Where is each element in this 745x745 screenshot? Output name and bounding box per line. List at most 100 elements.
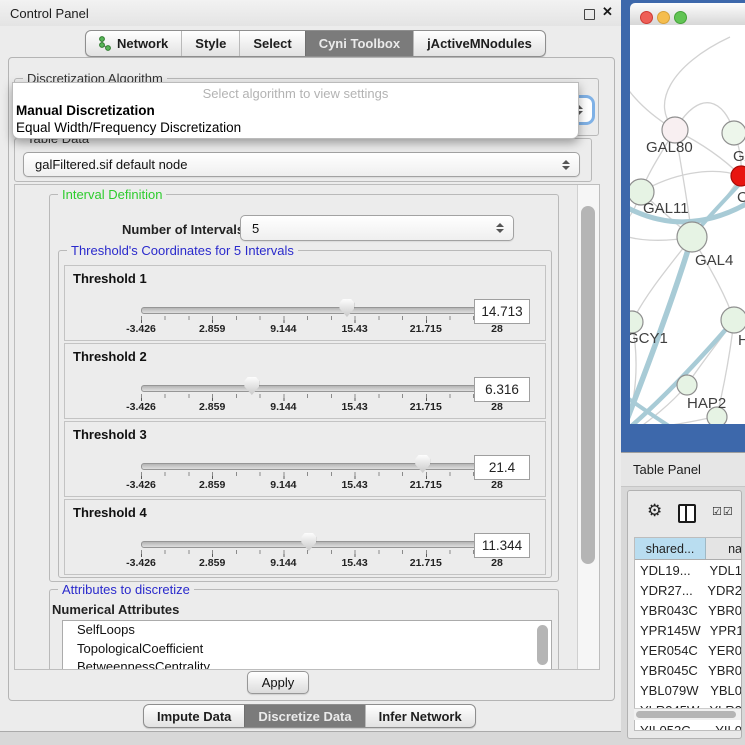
gear-icon[interactable]: ⚙: [647, 501, 662, 521]
node-hap2[interactable]: [677, 375, 697, 395]
float-window-icon[interactable]: [584, 9, 595, 20]
cell[interactable]: YDR27...: [635, 580, 698, 600]
node-gal4[interactable]: [677, 222, 707, 252]
cell[interactable]: YBR043C: [635, 600, 699, 620]
cell[interactable]: YBR0: [699, 600, 742, 620]
threshold-2-scale: -3.426 2.859 9.144 15.43 21.715 28: [141, 401, 497, 413]
cell[interactable]: YPR145W: [635, 620, 701, 640]
threshold-3-ticks: [141, 472, 498, 479]
threshold-3-slider-thumb[interactable]: [415, 455, 430, 473]
close-icon[interactable]: ✕: [602, 4, 613, 20]
threshold-1-value-field[interactable]: 14.713: [474, 299, 530, 324]
numerical-attributes-label: Numerical Attributes: [52, 602, 179, 617]
node-label: H: [738, 332, 745, 349]
tab-infer-network-label: Infer Network: [379, 709, 462, 724]
threshold-4-slider-thumb[interactable]: [301, 533, 316, 551]
node-label: GAL11: [643, 200, 689, 217]
cell[interactable]: YIL0: [706, 720, 742, 731]
threshold-2-slider[interactable]: [141, 385, 499, 392]
scale-label: 15.43: [341, 479, 367, 491]
tab-discretize-data[interactable]: Discretize Data: [244, 705, 364, 727]
threshold-3-slider[interactable]: [141, 463, 499, 470]
table-data-combobox[interactable]: galFiltered.sif default node: [23, 152, 580, 177]
scale-label: -3.426: [126, 401, 156, 413]
threshold-4-slider[interactable]: [141, 541, 499, 548]
table-row[interactable]: YDR27...YDR2: [635, 580, 742, 600]
select-columns-icon[interactable]: ☑☑: [712, 505, 734, 518]
scale-label: 15.43: [341, 557, 367, 569]
scale-label: 9.144: [270, 479, 296, 491]
tab-style[interactable]: Style: [181, 31, 239, 56]
table-row[interactable]: YER054CYER0: [635, 640, 742, 660]
scale-label: 21.715: [410, 479, 442, 491]
threshold-3-label: Threshold 3: [73, 427, 147, 442]
attributes-group: Attributes to discretize Numerical Attri…: [49, 589, 559, 670]
cell[interactable]: YIL052C: [635, 720, 706, 731]
threshold-4-value-field[interactable]: 11.344: [474, 533, 530, 558]
table-row[interactable]: YDL19...YDL1: [635, 560, 742, 580]
table-row[interactable]: YBL079WYBL0: [635, 680, 742, 700]
list-scrollbar[interactable]: [537, 625, 548, 665]
scrollbar-track[interactable]: [577, 185, 599, 669]
close-traffic-light-icon[interactable]: [640, 11, 653, 24]
cell[interactable]: YPR1: [701, 620, 742, 640]
scale-label: 28: [491, 479, 503, 491]
table-row[interactable]: YPR145WYPR1: [635, 620, 742, 640]
cell[interactable]: YDL1: [700, 560, 742, 580]
column-header-shared-name[interactable]: shared...: [635, 538, 706, 559]
threshold-2-slider-thumb[interactable]: [244, 377, 259, 395]
numerical-attributes-list[interactable]: SelfLoops TopologicalCoefficient Between…: [62, 620, 552, 670]
node-table[interactable]: shared... na YDL19...YDL1 YDR27...YDR2 Y…: [634, 537, 742, 731]
scale-label: 2.859: [199, 323, 225, 335]
settings-scrollpane: Interval Definition Number of Intervals …: [14, 184, 600, 670]
tab-select[interactable]: Select: [239, 31, 304, 56]
cell[interactable]: YBR045C: [635, 660, 699, 680]
network-canvas[interactable]: GAL80 GA C GAL11 GAL4 GCY1 H HAP2: [630, 25, 745, 424]
node-h[interactable]: [721, 307, 745, 333]
node-top-right[interactable]: [722, 121, 745, 145]
columns-icon[interactable]: [678, 504, 696, 523]
cell[interactable]: YER054C: [635, 640, 699, 660]
tab-infer-network[interactable]: Infer Network: [365, 705, 475, 727]
threshold-2-value-field[interactable]: 6.316: [474, 377, 530, 402]
tab-cyni-toolbox-label: Cyni Toolbox: [319, 36, 400, 51]
tab-jactivemnodules[interactable]: jActiveMNodules: [413, 31, 545, 56]
cell[interactable]: YBR0: [699, 660, 742, 680]
number-of-intervals-combobox[interactable]: 5: [240, 215, 514, 241]
list-item[interactable]: BetweennessCentrality: [63, 658, 551, 670]
tab-impute-data[interactable]: Impute Data: [144, 705, 244, 727]
scrollbar-thumb[interactable]: [581, 206, 595, 564]
tab-network[interactable]: Network: [86, 31, 181, 56]
popup-item-equal-width-frequency[interactable]: Equal Width/Frequency Discretization: [16, 120, 241, 135]
table-row[interactable]: YBR045CYBR0: [635, 660, 742, 680]
list-item[interactable]: SelfLoops: [63, 621, 551, 640]
node-selected-red[interactable]: [731, 166, 745, 186]
popup-hint-item[interactable]: Select algorithm to view settings: [13, 86, 578, 101]
threshold-2-ticks: [141, 394, 498, 401]
threshold-2-label: Threshold 2: [73, 349, 147, 364]
cell[interactable]: YDL19...: [635, 560, 700, 580]
table-toolbar: ⚙ ☑☑: [628, 491, 741, 533]
scale-label: 21.715: [410, 557, 442, 569]
table-panel-bar: Table Panel: [621, 452, 745, 487]
cell[interactable]: YBL079W: [635, 680, 701, 700]
number-of-intervals-label: Number of Intervals: [122, 222, 244, 237]
apply-button[interactable]: Apply: [247, 671, 309, 694]
network-window-titlebar[interactable]: [630, 3, 745, 26]
list-item[interactable]: TopologicalCoefficient: [63, 640, 551, 659]
cell[interactable]: YER0: [699, 640, 742, 660]
tab-cyni-toolbox[interactable]: Cyni Toolbox: [305, 31, 413, 56]
popup-item-manual-discretization[interactable]: Manual Discretization: [16, 103, 155, 118]
horizontal-scrollbar[interactable]: [634, 708, 741, 720]
threshold-1-slider[interactable]: [141, 307, 499, 314]
threshold-3-value-field[interactable]: 21.4: [474, 455, 530, 480]
horizontal-scrollbar-thumb[interactable]: [636, 711, 736, 718]
threshold-1-slider-thumb[interactable]: [339, 299, 354, 317]
cell[interactable]: YBL0: [701, 680, 742, 700]
cell[interactable]: YDR2: [698, 580, 742, 600]
minimize-traffic-light-icon[interactable]: [657, 11, 670, 24]
column-header-name[interactable]: na: [706, 538, 742, 559]
table-row[interactable]: YIL052CYIL0: [635, 720, 742, 731]
zoom-traffic-light-icon[interactable]: [674, 11, 687, 24]
table-row[interactable]: YBR043CYBR0: [635, 600, 742, 620]
